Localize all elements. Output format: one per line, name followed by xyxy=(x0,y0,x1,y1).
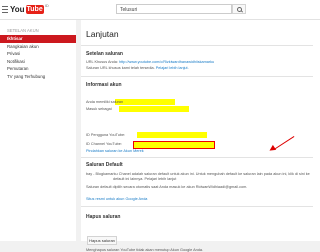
youtube-logo[interactable]: You Tube ID xyxy=(10,3,49,15)
signed-in-as-text: Masuk sebagai xyxy=(86,107,112,111)
user-id-label: ID Pengguna YouTube: xyxy=(86,133,126,137)
logo-country: ID xyxy=(44,3,49,8)
channel-id-label: ID Channel YouTube: xyxy=(86,142,122,146)
logo-text: You xyxy=(10,4,25,14)
search-input[interactable]: Telusuri xyxy=(116,4,232,14)
learn-more-link[interactable]: Pelajari lebih lanjut. xyxy=(156,66,189,70)
annotation-arrow xyxy=(273,136,295,150)
sidebar-item-overview[interactable]: Ikhtisar xyxy=(0,35,76,43)
divider xyxy=(81,206,313,207)
annotation-arrow-head xyxy=(267,144,277,154)
sidebar-item-privacy[interactable]: Privasi xyxy=(0,50,76,58)
default-channel-auto-text: Saluran default dipilih secara otomatis … xyxy=(86,185,248,189)
custom-url-link[interactable]: http://www.youtube.com/c/Rizkiwardhanawi… xyxy=(119,60,214,64)
default-channel-desc: bay - Blogkamarku Chanel adalah saluran … xyxy=(86,172,310,176)
divider xyxy=(81,157,313,158)
divider xyxy=(81,45,313,46)
sidebar-item-connected-accounts[interactable]: Rangkaian akun xyxy=(0,43,76,51)
google-account-link[interactable]: Situs resmi untuk akun Google Anda xyxy=(86,197,147,201)
page-title: Lanjutan xyxy=(86,29,119,39)
default-channel-heading: Saluran Default xyxy=(86,162,123,168)
move-channel-link[interactable]: Pindahkan saluran ke Akun Merek xyxy=(86,149,144,153)
custom-url-info-text: Saluran URL khusus kami telah tersedia. xyxy=(86,66,156,70)
sidebar: SETELAN AKUN Ikhtisar Rangkaian akun Pri… xyxy=(0,20,76,241)
sidebar-heading: SETELAN AKUN xyxy=(7,28,39,33)
divider xyxy=(81,76,313,77)
sidebar-item-playback[interactable]: Pemutaran xyxy=(0,65,76,73)
custom-url-label: URL Khusus Anda: xyxy=(86,60,119,64)
redaction-highlight xyxy=(119,106,189,112)
search-icon[interactable] xyxy=(232,4,246,14)
redaction-highlight xyxy=(137,132,207,138)
custom-url-info: Saluran URL khusus kami telah tersedia. … xyxy=(86,66,189,70)
has-channel-text: Anda memiliki saluran xyxy=(86,100,124,104)
main-content: Lanjutan Setelan saluran URL Khusus Anda… xyxy=(81,20,320,252)
channel-settings-heading: Setelan saluran xyxy=(86,51,123,57)
menu-icon[interactable] xyxy=(2,6,8,13)
delete-channel-note: Menghapus saluran YouTube tidak akan men… xyxy=(86,248,204,252)
sidebar-item-connected-tv[interactable]: TV yang Terhubung xyxy=(0,73,76,81)
default-channel-desc-2: default ini lainnya. Pelajari lebih lanj… xyxy=(113,177,177,181)
logo-tube: Tube xyxy=(25,4,44,14)
delete-channel-heading: Hapus saluran xyxy=(86,214,121,220)
sidebar-item-notifications[interactable]: Notifikasi xyxy=(0,58,76,66)
top-bar: You Tube ID Telusuri xyxy=(0,0,320,20)
custom-url-line: URL Khusus Anda: http://www.youtube.com/… xyxy=(86,60,214,64)
account-info-heading: Informasi akun xyxy=(86,82,122,88)
channel-id-highlight-box xyxy=(133,141,215,149)
redaction-highlight xyxy=(115,99,175,105)
